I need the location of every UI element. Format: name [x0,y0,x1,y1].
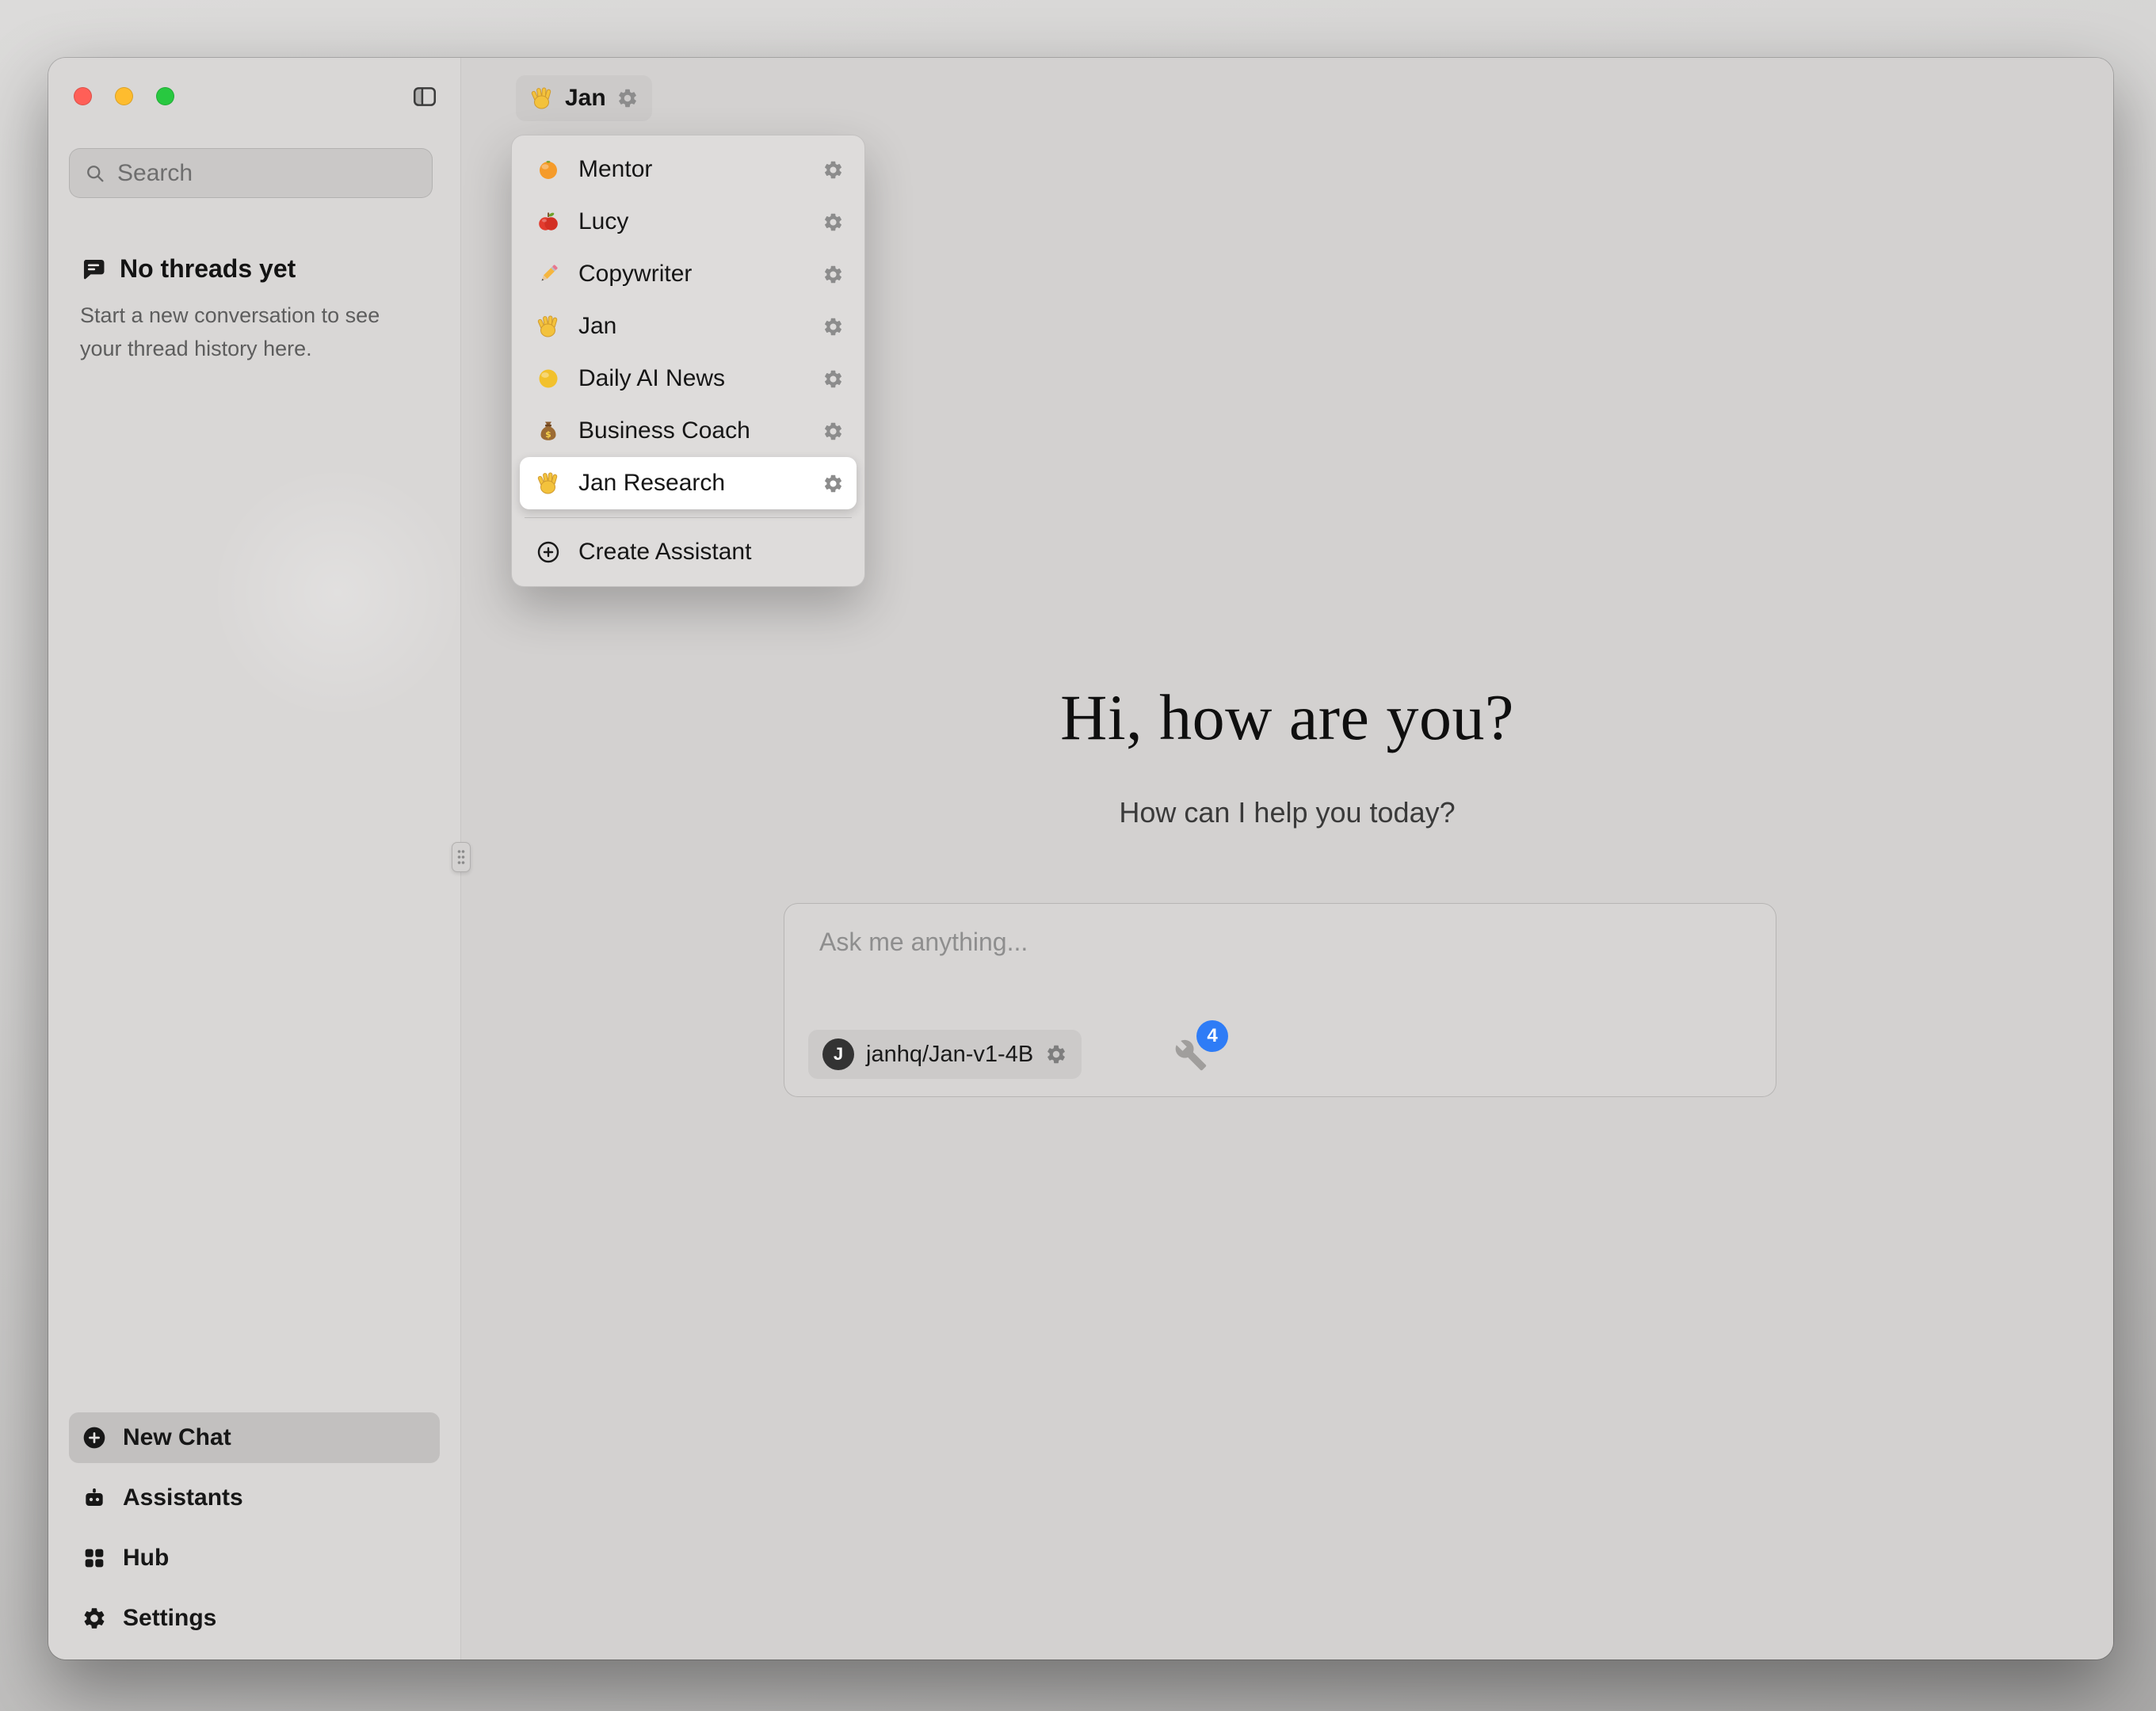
assistant-dropdown-menu: Mentor Lucy Copywriter Jan Daily AI News [511,135,865,587]
sidebar-item-new-chat[interactable]: New Chat [69,1412,440,1463]
nav-label: Hub [123,1545,169,1572]
assistant-menu-item-label: Lucy [578,208,805,235]
zoom-button[interactable] [156,87,174,105]
yellow-circle-emoji-icon [536,366,561,391]
empty-state-description: Start a new conversation to see your thr… [80,299,421,366]
model-avatar: J [822,1038,854,1070]
apple-emoji-icon [536,209,561,234]
gear-icon[interactable] [822,264,844,285]
gear-icon [82,1606,107,1631]
assistant-menu-item-label: Copywriter [578,261,805,288]
plus-circle-icon [82,1425,107,1450]
chat-composer: J janhq/Jan-v1-4B 4 [784,903,1776,1097]
waving-hand-icon [529,86,555,111]
orange-emoji-icon [536,157,561,182]
nav-label: Assistants [123,1484,243,1511]
create-assistant-button[interactable]: Create Assistant [520,526,857,578]
waving-hand-icon [536,314,561,339]
assistant-menu-item-label: Business Coach [578,417,805,444]
model-selector-button[interactable]: J janhq/Jan-v1-4B [808,1030,1082,1079]
assistant-menu-item-jan[interactable]: Jan [520,300,857,352]
assistant-selector-button[interactable]: Jan [516,75,652,121]
empty-state-title: No threads yet [120,254,296,284]
tools-button[interactable]: 4 [1174,1036,1212,1074]
menu-divider [525,517,852,518]
sidebar-resize-handle[interactable] [452,842,471,872]
assistant-menu-item-mentor[interactable]: Mentor [520,143,857,196]
assistant-menu-item-label: Jan Research [578,470,805,497]
waving-hand-icon [536,471,561,496]
sidebar-nav: New Chat Assistants Hub Settings [69,1412,440,1644]
threads-empty-state: No threads yet Start a new conversation … [80,254,421,366]
gear-icon[interactable] [822,368,844,390]
assistant-menu-item-daily-ai-news[interactable]: Daily AI News [520,352,857,405]
nav-label: New Chat [123,1424,231,1451]
assistant-menu-item-copywriter[interactable]: Copywriter [520,248,857,300]
sidebar-glare [199,454,476,731]
app-window: No threads yet Start a new conversation … [48,58,2113,1660]
panel-left-icon [411,83,438,110]
search-field[interactable] [69,148,433,198]
assistant-menu-item-business-coach[interactable]: Business Coach [520,405,857,457]
gear-icon[interactable] [822,473,844,494]
assistants-icon [82,1485,107,1511]
greeting-title: Hi, how are you? [461,680,2113,755]
gear-icon[interactable] [822,159,844,181]
assistant-menu-item-lucy[interactable]: Lucy [520,196,857,248]
search-icon [84,162,106,185]
sidebar: No threads yet Start a new conversation … [48,58,461,1660]
chat-bubble-icon [80,256,107,283]
minimize-button[interactable] [115,87,133,105]
nav-label: Settings [123,1605,216,1632]
gear-icon[interactable] [822,316,844,337]
window-controls [74,87,174,105]
sidebar-toggle-button[interactable] [408,80,441,113]
grip-dots-icon [456,848,466,866]
sidebar-item-settings[interactable]: Settings [69,1593,440,1644]
main-area: Jan Mentor Lucy Copywriter [461,58,2113,1660]
close-button[interactable] [74,87,92,105]
tools-count-badge: 4 [1196,1020,1228,1052]
search-input[interactable] [117,160,418,187]
money-bag-emoji-icon [536,418,561,444]
assistant-menu-item-label: Mentor [578,156,805,183]
gear-icon[interactable] [822,211,844,233]
welcome-block: Hi, how are you? How can I help you toda… [461,680,2113,829]
gear-icon[interactable] [822,421,844,442]
sidebar-item-hub[interactable]: Hub [69,1533,440,1583]
model-settings-gear-icon[interactable] [1045,1043,1067,1065]
message-input[interactable] [819,928,1723,1000]
assistant-menu-item-jan-research[interactable]: Jan Research [520,457,857,509]
greeting-subtitle: How can I help you today? [461,796,2113,829]
assistant-selector-label: Jan [565,85,606,112]
hub-icon [82,1545,107,1571]
sidebar-item-assistants[interactable]: Assistants [69,1473,440,1523]
model-name: janhq/Jan-v1-4B [866,1042,1033,1068]
create-assistant-label: Create Assistant [578,539,844,566]
pencil-emoji-icon [536,261,561,287]
assistant-settings-gear-icon[interactable] [616,87,639,109]
assistant-menu-item-label: Jan [578,313,805,340]
plus-circle-outline-icon [536,539,561,565]
assistant-menu-item-label: Daily AI News [578,365,805,392]
